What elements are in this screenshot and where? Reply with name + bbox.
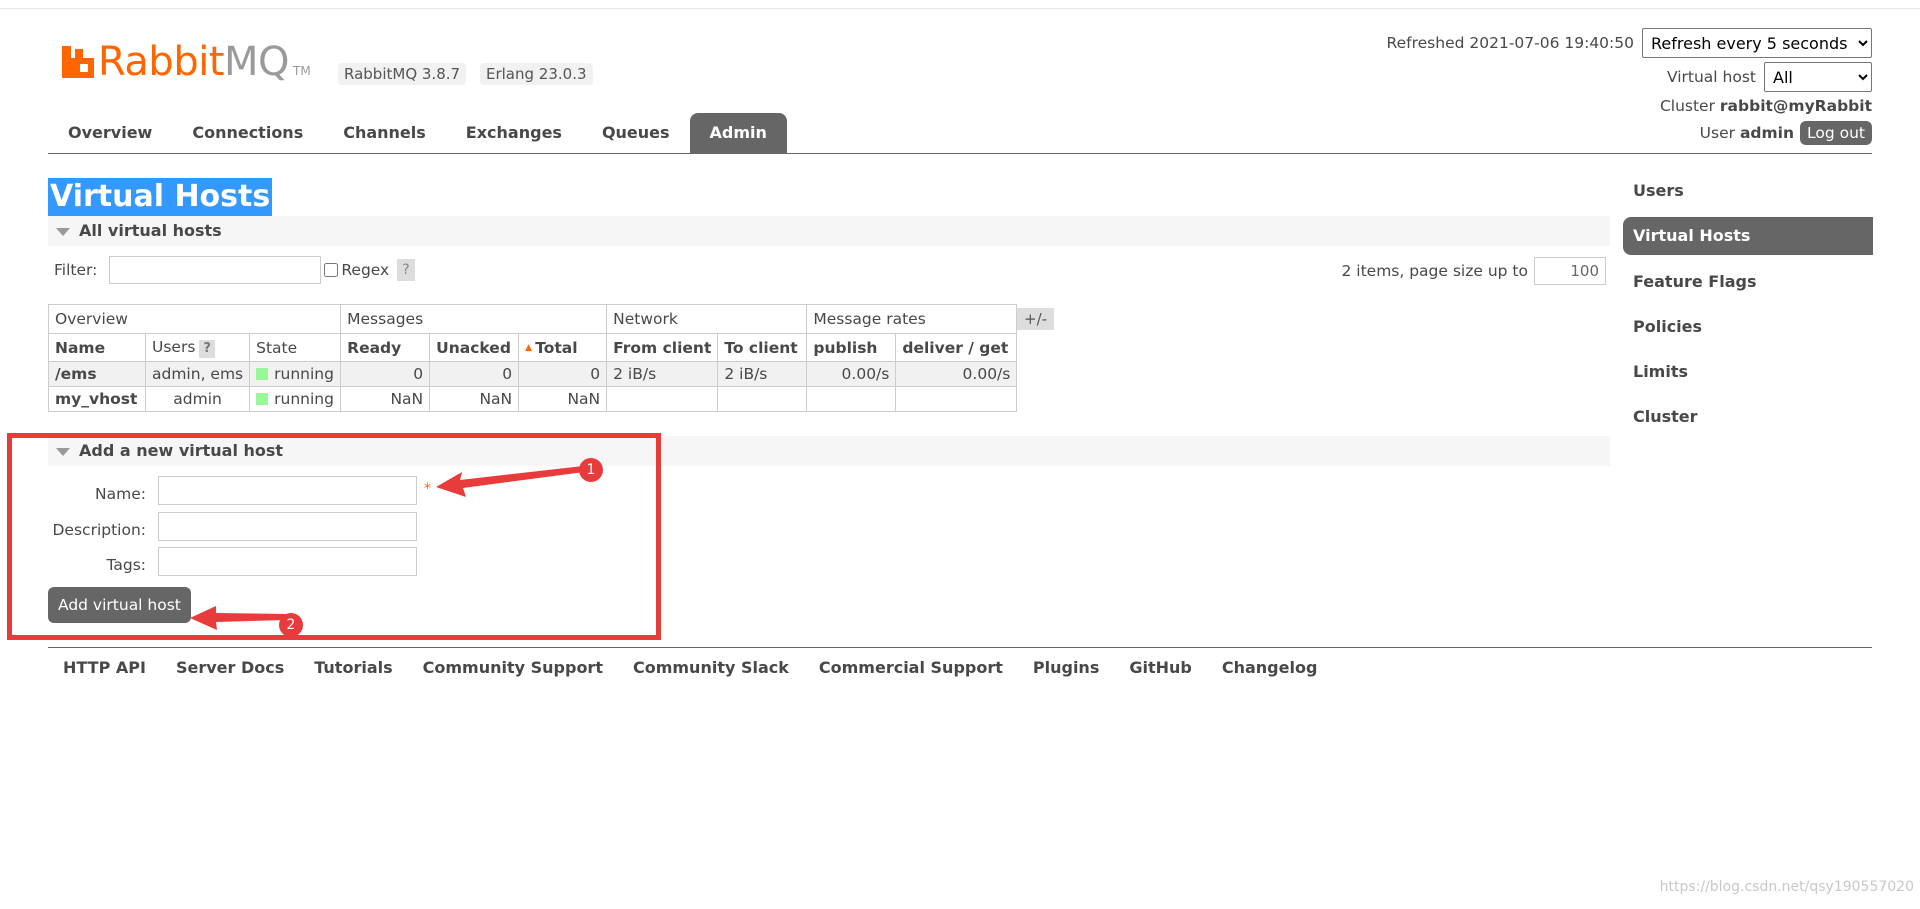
footer-link-commercial-support[interactable]: Commercial Support	[819, 658, 1003, 677]
footer-divider	[48, 647, 1872, 648]
footer-link-community-support[interactable]: Community Support	[423, 658, 603, 677]
sidebar-item-limits[interactable]: Limits	[1623, 353, 1873, 391]
footer-link-http-api[interactable]: HTTP API	[63, 658, 146, 677]
footer-link-tutorials[interactable]: Tutorials	[314, 658, 392, 677]
footer-links: HTTP API Server Docs Tutorials Community…	[63, 658, 1347, 677]
footer-link-github[interactable]: GitHub	[1129, 658, 1192, 677]
sidebar-item-cluster[interactable]: Cluster	[1623, 398, 1873, 436]
sidebar-item-feature-flags[interactable]: Feature Flags	[1623, 263, 1873, 301]
sidebar-item-users[interactable]: Users	[1623, 172, 1873, 210]
watermark-text: https://blog.csdn.net/qsy190557020	[1659, 879, 1914, 895]
annotation-arrows	[190, 466, 584, 630]
annotation-badge-2: 2	[279, 613, 303, 637]
annotation-arrow-2	[190, 606, 286, 630]
footer-link-community-slack[interactable]: Community Slack	[633, 658, 789, 677]
footer-link-server-docs[interactable]: Server Docs	[176, 658, 284, 677]
annotation-arrow-1	[436, 466, 584, 497]
annotation-badge-1: 1	[579, 458, 603, 482]
sidebar-item-virtual-hosts[interactable]: Virtual Hosts	[1623, 217, 1873, 255]
footer-link-changelog[interactable]: Changelog	[1222, 658, 1318, 677]
sidebar-item-policies[interactable]: Policies	[1623, 308, 1873, 346]
footer-link-plugins[interactable]: Plugins	[1033, 658, 1099, 677]
